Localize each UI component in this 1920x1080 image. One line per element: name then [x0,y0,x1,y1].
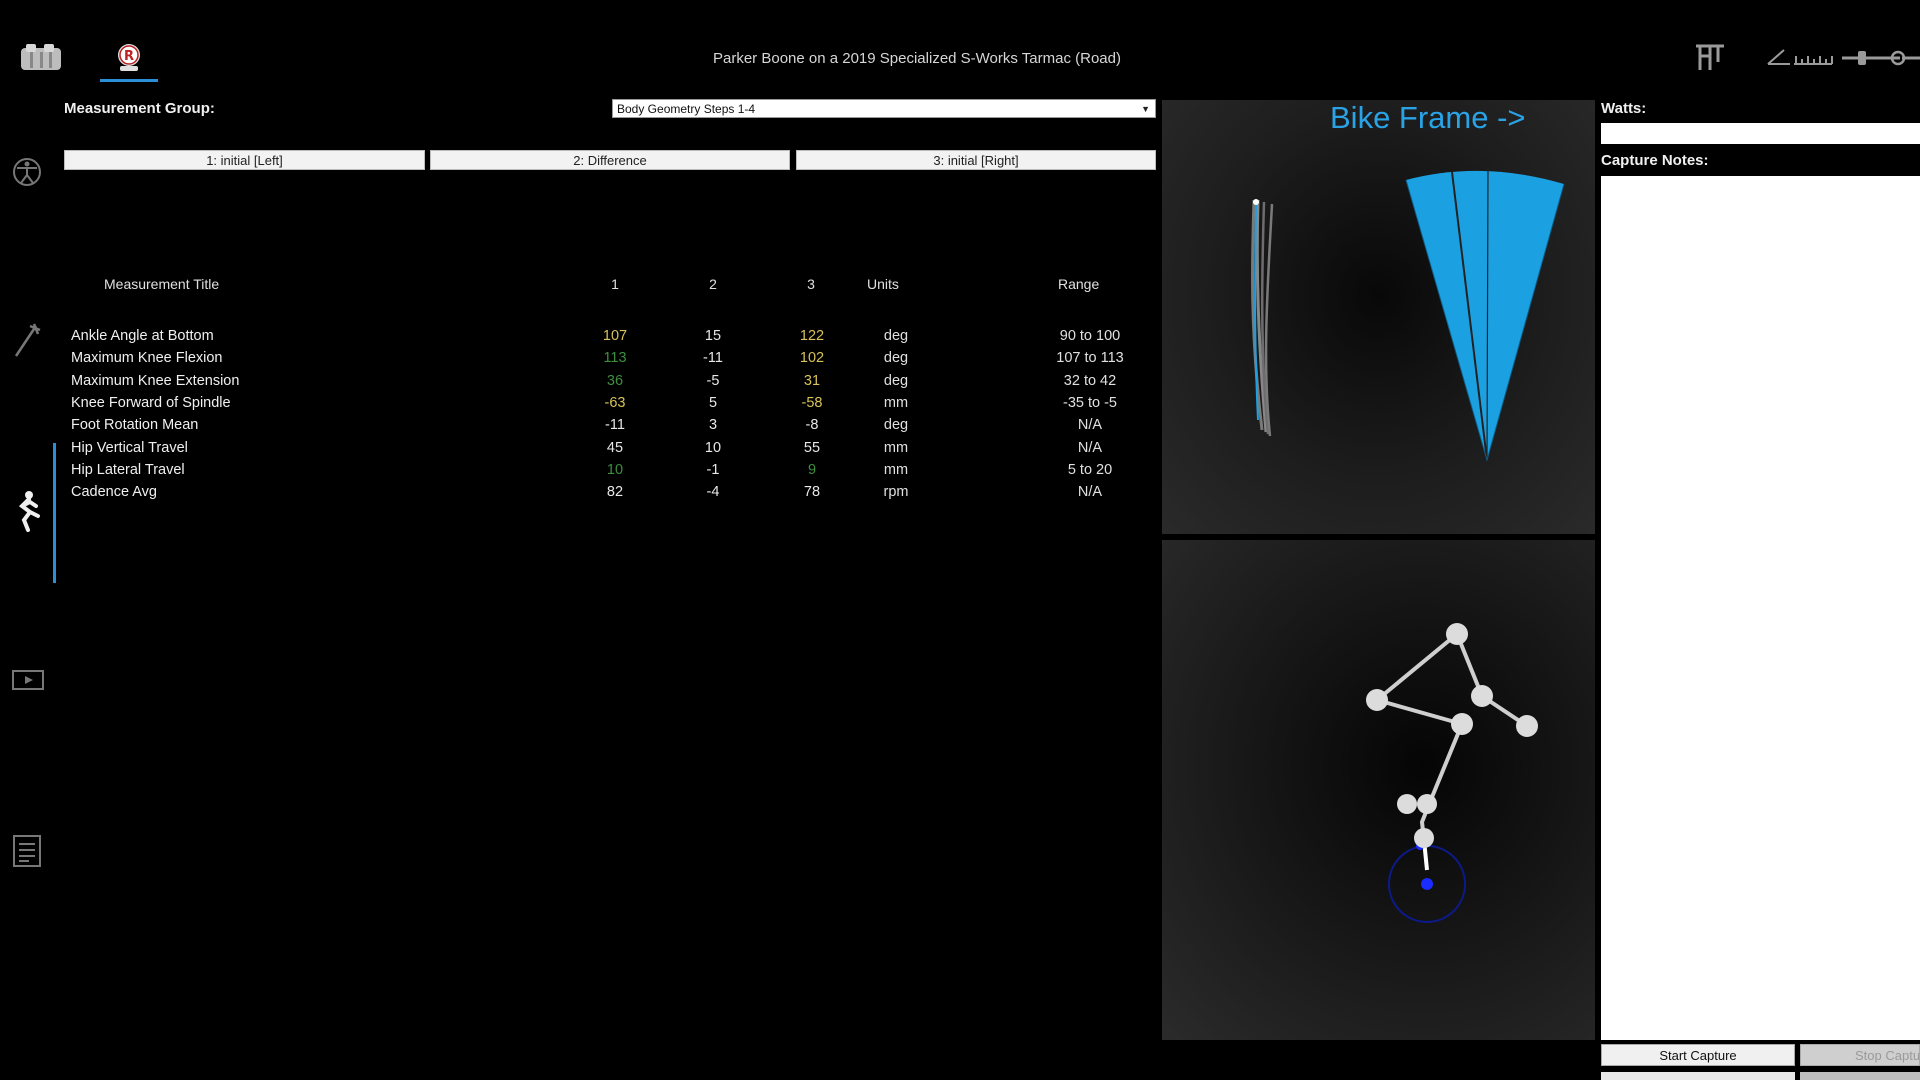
col-1-value: 36 [606,372,624,389]
range-cell: N/A [1077,439,1103,456]
top-bar [0,0,1920,86]
stop-capture-button[interactable]: Stop Capture [1800,1044,1920,1066]
units-cell: deg [883,372,909,389]
units-cell: deg [883,350,909,367]
secondary-button-left[interactable] [1601,1072,1795,1080]
units-cell: mm [883,461,909,478]
col-3-value: -58 [801,394,823,411]
capture-notes-label: Capture Notes: [1601,152,1709,169]
measurement-group-dropdown[interactable]: Body Geometry Steps 1-4 ▼ [612,99,1156,118]
col-3-value: 122 [799,328,825,344]
col-3-value: 31 [803,372,821,389]
units-cell: mm [883,394,909,411]
angle-icon[interactable] [1767,49,1790,65]
col-2-value: -4 [706,484,720,501]
col-1-value: -11 [605,417,625,434]
measurement-title-cell: Ankle Angle at Bottom [71,328,214,344]
col-2-value: -11 [703,350,723,367]
start-capture-button[interactable]: Start Capture [1601,1044,1795,1066]
range-cell: N/A [1077,417,1103,434]
units-cell: deg [883,417,909,434]
measurement-title-cell: Cadence Avg [71,484,157,501]
top-right-toolbar [1680,42,1920,72]
measurement-title-cell: Hip Lateral Travel [71,461,185,478]
range-cell: 32 to 42 [1063,372,1117,389]
col-2-value: -1 [706,461,720,478]
table-row: Maximum Knee Extension 36 -5 31 deg 32 to 42 [0,373,1160,395]
header-units: Units [867,276,899,292]
col-1-value: 45 [606,439,624,456]
units-cell: rpm [883,484,909,501]
col-2-value: 10 [704,439,722,456]
table-row: Hip Lateral Travel 10 -1 9 mm 5 to 20 [0,462,1160,484]
pedal-stroke-fan [1405,167,1565,462]
measurement-title-cell: Hip Vertical Travel [71,439,188,456]
report-icon[interactable] [12,834,42,867]
slider-icon[interactable] [1842,50,1920,66]
active-tab-indicator [100,79,158,82]
table-row: Hip Vertical Travel 45 10 55 mm N/A [0,440,1160,462]
col-1-value: -63 [604,394,626,411]
col-3-value: -8 [805,417,819,434]
col-2-value: 5 [708,394,718,411]
table-row: Foot Rotation Mean -11 3 -8 deg N/A [0,417,1160,439]
measurement-group-label: Measurement Group: [64,100,215,117]
measurement-group-selected: Body Geometry Steps 1-4 [617,102,756,116]
col-1-value: 10 [606,461,624,478]
units-cell: deg [883,328,909,344]
col-3-value: 55 [803,439,821,456]
ruler-icon[interactable] [1794,56,1833,65]
table-row: Ankle Angle at Bottom 107 15 122 deg 90 to 10… [0,328,1160,350]
measurement-title-cell: Foot Rotation Mean [71,417,199,434]
watts-input[interactable] [1601,123,1920,144]
col-1-value: 82 [606,484,624,501]
bike-frame-link[interactable]: Bike Frame -> [1330,100,1526,136]
table-row: Knee Forward of Spindle -63 5 -58 mm -35 to -… [0,395,1160,417]
header-range: Range [1058,276,1100,292]
skeleton-view-panel [1162,540,1595,1040]
watts-label: Watts: [1601,100,1647,117]
header-col-3: 3 [807,276,815,292]
bike-fit-icon[interactable] [1696,44,1724,70]
frame-view-panel [1162,100,1595,534]
header-col-2: 2 [709,276,717,292]
col-3-value: 9 [807,461,817,478]
tab-initial-right[interactable]: 3: initial [Right] [796,150,1156,170]
range-cell: 107 to 113 [1056,350,1124,367]
range-cell: N/A [1077,484,1103,501]
header-measurement-title: Measurement Title [104,276,220,292]
table-row: Cadence Avg 82 -4 78 rpm N/A [0,484,1160,506]
capture-notes-textarea[interactable] [1601,176,1920,1040]
range-cell: 90 to 100 [1059,328,1121,344]
col-1-value: 113 [603,350,627,367]
dropdown-arrow-icon: ▼ [1141,104,1150,114]
range-cell: 5 to 20 [1067,461,1113,478]
col-3-value: 102 [799,350,825,367]
rider-skeleton-viz [1366,623,1538,923]
window-title: Parker Boone on a 2019 Specialized S-Wor… [713,50,1121,67]
measurement-title-cell: Maximum Knee Extension [71,372,240,389]
header-col-1: 1 [611,276,619,292]
range-cell: -35 to -5 [1063,394,1117,411]
tab-difference[interactable]: 2: Difference [430,150,790,170]
body-figure-icon[interactable] [12,157,42,187]
knee-tracking-viz [1250,167,1565,462]
col-3-value: 78 [803,484,821,501]
col-2-value: 3 [708,417,718,434]
table-row: Maximum Knee Flexion 113 -11 102 deg 107 to 1… [0,350,1160,372]
col-2-value: 15 [704,328,722,344]
col-2-value: -5 [706,372,720,389]
measurement-title-cell: Maximum Knee Flexion [71,350,223,367]
measurement-title-cell: Knee Forward of Spindle [71,394,231,411]
video-play-icon[interactable] [12,668,44,698]
col-1-value: 107 [602,328,628,344]
knee-tracking-trace [1250,199,1274,437]
units-cell: mm [883,439,909,456]
tab-initial-left[interactable]: 1: initial [Left] [64,150,425,170]
secondary-button-right[interactable] [1800,1072,1920,1080]
